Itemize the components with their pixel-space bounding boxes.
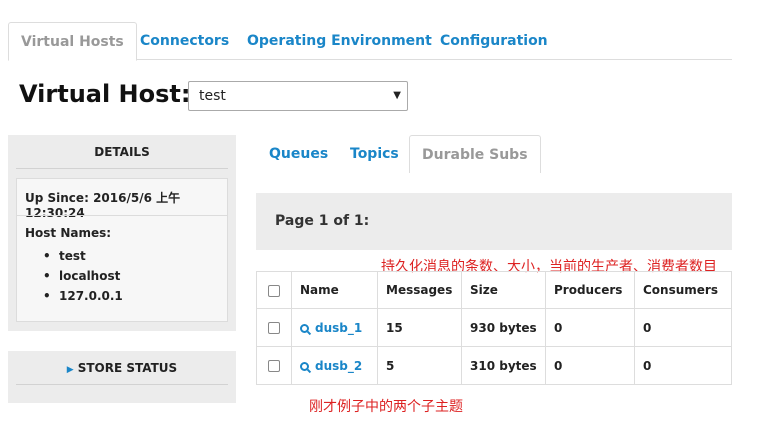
producers-cell: 0 bbox=[545, 346, 635, 385]
table-header-row: Name Messages Size Producers Consumers bbox=[256, 271, 732, 309]
messages-cell: 5 bbox=[377, 346, 462, 385]
producers-cell: 0 bbox=[545, 308, 635, 347]
row-checkbox[interactable] bbox=[268, 360, 280, 372]
subscription-name: dusb_2 bbox=[315, 358, 363, 373]
select-all-checkbox[interactable] bbox=[268, 284, 280, 297]
store-status-panel: ▶ STORE STATUS bbox=[8, 351, 236, 403]
table-row: dusb_1 15 930 bytes 0 0 bbox=[256, 308, 732, 347]
host-names-label: Host Names: bbox=[25, 226, 112, 240]
list-item: 127.0.0.1 bbox=[43, 286, 123, 306]
subscription-name: dusb_1 bbox=[315, 320, 363, 335]
column-header-producers: Producers bbox=[545, 271, 635, 309]
messages-cell: 15 bbox=[377, 308, 462, 347]
list-item: test bbox=[43, 246, 123, 266]
virtual-host-select[interactable]: test ▼ bbox=[188, 81, 408, 111]
name-cell: dusb_1 bbox=[291, 308, 378, 347]
column-header-messages: Messages bbox=[377, 271, 462, 309]
up-since-label: Up Since: bbox=[25, 191, 89, 205]
tab-virtual-hosts[interactable]: Virtual Hosts bbox=[8, 22, 137, 61]
store-status-toggle[interactable]: ▶ STORE STATUS bbox=[16, 361, 228, 385]
tab-queues[interactable]: Queues bbox=[269, 135, 328, 173]
row-select-cell bbox=[256, 346, 292, 385]
row-select-cell bbox=[256, 308, 292, 347]
tab-topics[interactable]: Topics bbox=[350, 135, 399, 173]
caret-down-icon: ▼ bbox=[393, 90, 401, 101]
triangle-right-icon: ▶ bbox=[66, 365, 74, 375]
store-status-label: STORE STATUS bbox=[77, 361, 178, 375]
tab-configuration[interactable]: Configuration bbox=[440, 22, 548, 60]
divider bbox=[17, 215, 227, 216]
size-cell: 310 bytes bbox=[461, 346, 546, 385]
tab-operating-environment[interactable]: Operating Environment bbox=[247, 22, 432, 60]
row-checkbox[interactable] bbox=[268, 322, 280, 334]
tab-durable-subs[interactable]: Durable Subs bbox=[409, 135, 541, 173]
pager-text: Page 1 of 1: bbox=[275, 213, 370, 229]
annotation-rows-note: 刚才例子中的两个子主题 bbox=[309, 399, 463, 415]
size-cell: 930 bytes bbox=[461, 308, 546, 347]
top-tab-bar: Virtual Hosts Connectors Operating Envir… bbox=[8, 22, 732, 61]
consumers-cell: 0 bbox=[634, 346, 732, 385]
column-header-size: Size bbox=[461, 271, 546, 309]
sub-tab-bar: Queues Topics Durable Subs bbox=[256, 135, 732, 173]
subscription-link[interactable]: dusb_1 bbox=[300, 321, 362, 335]
name-cell: dusb_2 bbox=[291, 346, 378, 385]
host-names-list: test localhost 127.0.0.1 bbox=[43, 246, 123, 306]
table-row: dusb_2 5 310 bytes 0 0 bbox=[256, 346, 732, 385]
list-item: localhost bbox=[43, 266, 123, 286]
details-header: DETAILS bbox=[16, 145, 228, 169]
column-header-consumers: Consumers bbox=[634, 271, 732, 309]
details-box: Up Since: 2016/5/6 上午12:30:24 Host Names… bbox=[16, 178, 228, 322]
magnifier-icon bbox=[300, 323, 309, 333]
page-title: Virtual Host: bbox=[19, 80, 191, 108]
durable-subs-table: Name Messages Size Producers Consumers d… bbox=[256, 271, 732, 385]
consumers-cell: 0 bbox=[634, 308, 732, 347]
tab-connectors[interactable]: Connectors bbox=[140, 22, 229, 60]
virtual-host-select-value: test bbox=[199, 88, 226, 104]
select-all-cell bbox=[256, 271, 292, 309]
subscription-link[interactable]: dusb_2 bbox=[300, 359, 362, 373]
details-panel: DETAILS Up Since: 2016/5/6 上午12:30:24 Ho… bbox=[8, 135, 236, 331]
column-header-name: Name bbox=[291, 271, 378, 309]
pager: Page 1 of 1: bbox=[256, 193, 732, 250]
magnifier-icon bbox=[300, 361, 309, 371]
